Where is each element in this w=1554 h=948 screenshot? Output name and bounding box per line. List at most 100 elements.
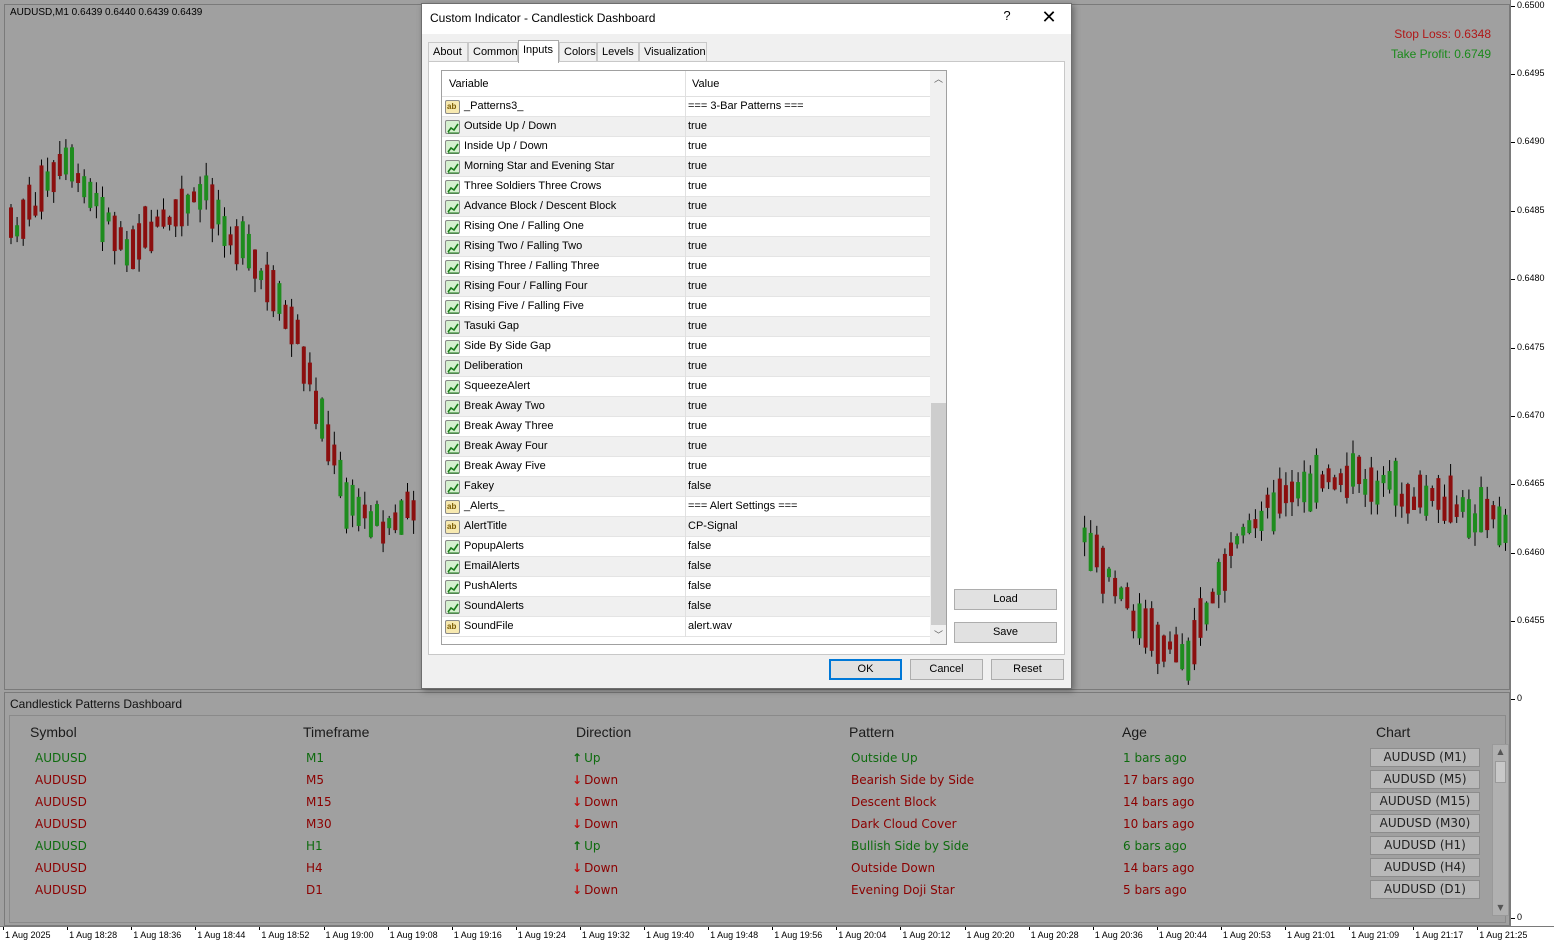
input-value[interactable]: true [688,460,707,472]
input-row[interactable]: SqueezeAlert true [442,377,930,397]
input-row[interactable]: PopupAlerts false [442,537,930,557]
column-value[interactable]: Value [692,78,719,90]
input-value[interactable]: true [688,240,707,252]
scroll-thumb[interactable] [931,403,946,625]
input-value[interactable]: false [688,600,711,612]
input-value[interactable]: true [688,400,707,412]
tab-about[interactable]: About [428,42,468,62]
time-tick [131,927,133,930]
input-value[interactable]: CP-Signal [688,520,738,532]
input-value[interactable]: false [688,560,711,572]
save-button[interactable]: Save [954,622,1057,643]
input-value[interactable]: === 3-Bar Patterns === [688,100,804,112]
tab-inputs[interactable]: Inputs [518,40,559,63]
input-row[interactable]: Rising Four / Falling Four true [442,277,930,297]
tab-colors[interactable]: Colors [559,42,597,62]
time-label: 1 Aug 21:17 [1415,930,1464,940]
input-row[interactable]: Break Away Three true [442,417,930,437]
time-axis: 1 Aug 2025 1 Aug 18:28 1 Aug 18:36 1 Aug 18… [0,926,1554,948]
input-value[interactable]: true [688,140,707,152]
price-tick [1511,211,1515,212]
time-label: 1 Aug 2025 [5,930,51,940]
tab-levels[interactable]: Levels [597,42,639,62]
input-value[interactable]: true [688,340,707,352]
open-chart-button[interactable]: AUDUSD (D1) [1370,880,1480,899]
scroll-thumb[interactable] [1495,761,1506,783]
input-value[interactable]: true [688,280,707,292]
bearish-candle [326,424,331,462]
input-value[interactable]: true [688,220,707,232]
input-value[interactable]: === Alert Settings === [688,500,797,512]
scroll-up-icon[interactable]: ▲ [1493,745,1508,759]
input-value[interactable]: true [688,420,707,432]
cancel-button[interactable]: Cancel [910,659,983,680]
input-row[interactable]: SoundAlerts false [442,597,930,617]
ok-button[interactable]: OK [829,659,902,680]
input-row[interactable]: Rising Three / Falling Three true [442,257,930,277]
close-icon[interactable]: ✕ [1034,6,1064,30]
input-value[interactable]: true [688,180,707,192]
scroll-up-icon[interactable]: ︿ [930,71,946,88]
input-row[interactable]: Break Away Five true [442,457,930,477]
open-chart-button[interactable]: AUDUSD (M15) [1370,792,1480,811]
dashboard-scrollbar[interactable]: ▲ ▼ [1492,744,1509,916]
input-value[interactable]: true [688,160,707,172]
input-name: Side By Side Gap [464,340,551,352]
input-value[interactable]: true [688,360,707,372]
column-variable[interactable]: Variable [449,78,489,90]
input-row[interactable]: Rising One / Falling One true [442,217,930,237]
input-value[interactable]: true [688,300,707,312]
input-row[interactable]: Advance Block / Descent Block true [442,197,930,217]
input-row[interactable]: Morning Star and Evening Star true [442,157,930,177]
input-value[interactable]: true [688,320,707,332]
input-value[interactable]: alert.wav [688,620,732,632]
input-row[interactable]: Inside Up / Down true [442,137,930,157]
input-value[interactable]: true [688,380,707,392]
scroll-down-icon[interactable]: ▼ [1493,901,1508,915]
bearish-candle [271,270,276,312]
input-row[interactable]: Deliberation true [442,357,930,377]
open-chart-button[interactable]: AUDUSD (H1) [1370,836,1480,855]
input-row[interactable]: Outside Up / Down true [442,117,930,137]
tab-visualization[interactable]: Visualization [639,42,707,62]
input-row[interactable]: Tasuki Gap true [442,317,930,337]
open-chart-button[interactable]: AUDUSD (M30) [1370,814,1480,833]
input-value[interactable]: false [688,540,711,552]
input-value[interactable]: true [688,200,707,212]
help-button[interactable]: ? [1000,8,1014,26]
bullish-candle [1497,506,1502,546]
dialog-titlebar[interactable]: Custom Indicator - Candlestick Dashboard… [422,4,1071,34]
open-chart-button[interactable]: AUDUSD (H4) [1370,858,1480,877]
input-value[interactable]: true [688,120,707,132]
input-row[interactable]: ab SoundFile alert.wav [442,617,930,637]
reset-button[interactable]: Reset [991,659,1064,680]
input-row[interactable]: PushAlerts false [442,577,930,597]
grid-scrollbar[interactable]: ︿ ﹀ [930,71,946,644]
input-row[interactable]: ab AlertTitle CP-Signal [442,517,930,537]
input-row[interactable]: ab _Alerts_ === Alert Settings === [442,497,930,517]
tab-common[interactable]: Common [468,42,518,62]
load-button[interactable]: Load [954,589,1057,610]
input-row[interactable]: Rising Five / Falling Five true [442,297,930,317]
input-row[interactable]: ab _Patterns3_ === 3-Bar Patterns === [442,97,930,117]
input-row[interactable]: Three Soldiers Three Crows true [442,177,930,197]
bearish-candle [1253,519,1258,529]
input-row[interactable]: Rising Two / Falling Two true [442,237,930,257]
input-value[interactable]: true [688,440,707,452]
price-tick [1511,621,1515,622]
bullish-candle [1180,644,1185,670]
input-row[interactable]: Break Away Four true [442,437,930,457]
input-row[interactable]: Fakey false [442,477,930,497]
open-chart-button[interactable]: AUDUSD (M1) [1370,748,1480,767]
bullish-candle [88,181,93,208]
input-value[interactable]: false [688,580,711,592]
input-value[interactable]: false [688,480,711,492]
time-tick [67,927,69,930]
input-value[interactable]: true [688,260,707,272]
time-tick [644,927,645,930]
scroll-down-icon[interactable]: ﹀ [930,627,946,644]
input-row[interactable]: EmailAlerts false [442,557,930,577]
input-row[interactable]: Break Away Two true [442,397,930,417]
open-chart-button[interactable]: AUDUSD (M5) [1370,770,1480,789]
input-row[interactable]: Side By Side Gap true [442,337,930,357]
